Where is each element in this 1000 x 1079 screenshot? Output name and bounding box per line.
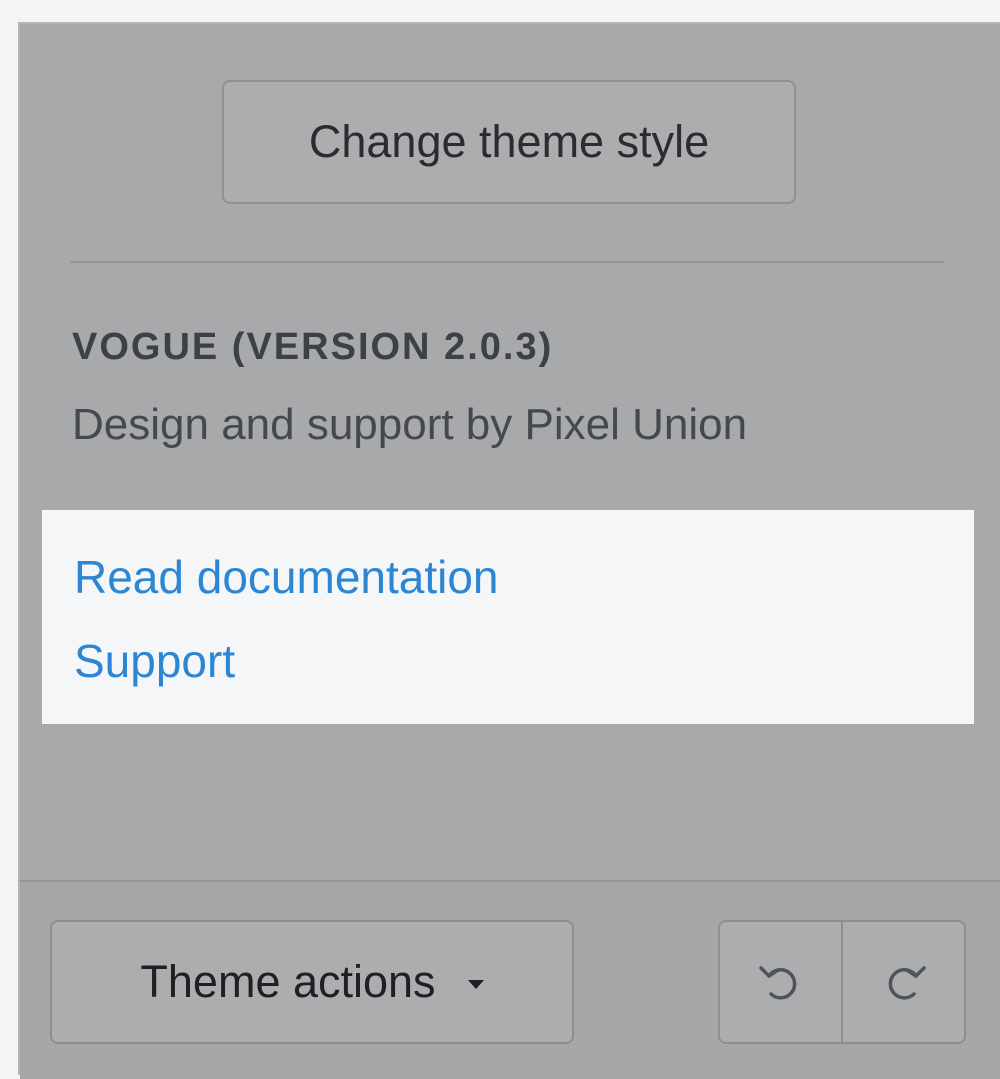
theme-credit-text: Design and support by Pixel Union bbox=[72, 400, 748, 449]
divider bbox=[70, 261, 944, 263]
highlighted-links-box: Read documentation Support bbox=[42, 510, 974, 724]
read-documentation-link[interactable]: Read documentation bbox=[74, 550, 499, 604]
undo-redo-group bbox=[718, 920, 966, 1044]
change-theme-style-button[interactable]: Change theme style bbox=[222, 80, 796, 204]
theme-panel: Change theme style VOGUE (VERSION 2.0.3)… bbox=[18, 22, 1000, 1079]
support-link[interactable]: Support bbox=[74, 634, 235, 688]
change-theme-style-label: Change theme style bbox=[308, 116, 710, 167]
redo-icon bbox=[888, 966, 926, 1000]
theme-actions-label: Theme actions bbox=[140, 956, 436, 1007]
theme-version-heading: VOGUE (VERSION 2.0.3) bbox=[72, 326, 554, 368]
undo-icon bbox=[758, 966, 796, 1000]
redo-button[interactable] bbox=[841, 922, 964, 1042]
undo-button[interactable] bbox=[720, 922, 841, 1042]
panel-footer: Theme actions bbox=[20, 880, 1000, 1079]
theme-actions-button[interactable]: Theme actions bbox=[50, 920, 574, 1044]
caret-down-icon bbox=[467, 979, 484, 989]
